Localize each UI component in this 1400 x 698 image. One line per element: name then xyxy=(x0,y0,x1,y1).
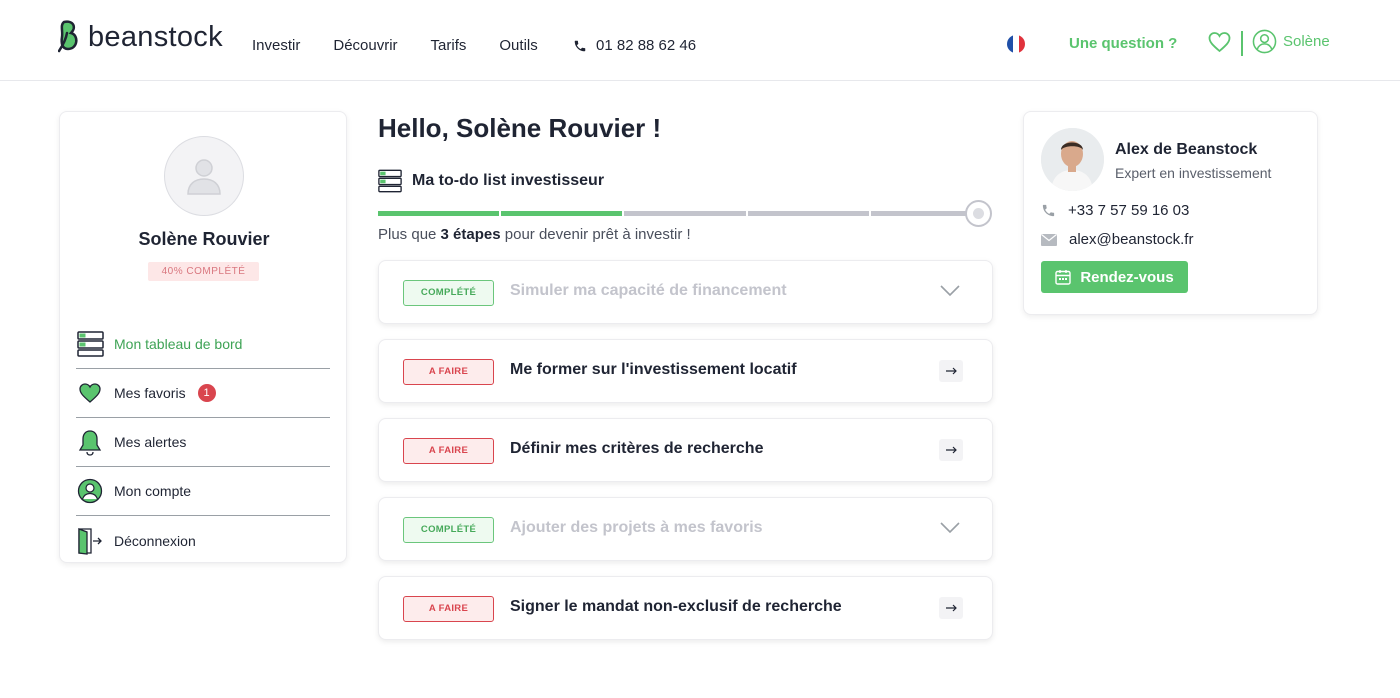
arrow-right-button[interactable] xyxy=(939,360,963,382)
progress-segment-todo xyxy=(624,211,746,216)
heart-icon xyxy=(76,379,104,407)
advisor-name: Alex de Beanstock xyxy=(1115,141,1258,158)
progress-segment-todo xyxy=(747,211,869,216)
progress-segment-done xyxy=(378,211,500,216)
menu-label-dashboard: Mon tableau de bord xyxy=(114,336,243,352)
profile-card: Solène Rouvier 40% COMPLÉTÉ Mon tableau … xyxy=(59,111,347,563)
main-nav: Investir Découvrir Tarifs Outils xyxy=(252,37,538,54)
arrow-right-icon xyxy=(945,446,957,454)
profile-name: Solène Rouvier xyxy=(138,229,270,249)
menu-item-compte[interactable]: Mon compte xyxy=(76,467,330,516)
todo-task-card[interactable]: COMPLÉTÉ Simuler ma capacité de financeme… xyxy=(378,260,993,324)
todo-list-icon xyxy=(378,169,402,193)
steps-count: 3 étapes xyxy=(440,226,501,243)
advisor-card: Alex de Beanstock Expert en investisseme… xyxy=(1023,111,1318,315)
task-label: Me former sur l'investissement locatif xyxy=(510,361,797,378)
advisor-phone[interactable]: +33 7 57 59 16 03 xyxy=(1041,202,1189,219)
question-link[interactable]: Une question ? xyxy=(1069,35,1177,52)
task-status-badge: A FAIRE xyxy=(403,359,494,385)
task-label: Ajouter des projets à mes favoris xyxy=(510,519,763,536)
advisor-email[interactable]: alex@beanstock.fr xyxy=(1041,231,1193,248)
todo-heading: Ma to-do list investisseur xyxy=(378,169,604,193)
arrow-right-button[interactable] xyxy=(939,439,963,461)
header-user-name: Solène xyxy=(1283,33,1330,50)
avatar[interactable] xyxy=(164,136,244,216)
menu-label-favoris: Mes favoris xyxy=(114,385,186,401)
menu-item-alertes[interactable]: Mes alertes xyxy=(76,418,330,467)
appointment-button[interactable]: Rendez-vous xyxy=(1041,261,1188,293)
menu-item-favoris[interactable]: Mes favoris 1 xyxy=(76,369,330,418)
menu-label-deconnexion: Déconnexion xyxy=(114,532,196,549)
arrow-right-icon xyxy=(945,367,957,375)
appointment-button-label: Rendez-vous xyxy=(1080,268,1174,286)
french-flag-icon[interactable] xyxy=(1007,35,1025,53)
header-separator xyxy=(1241,31,1243,56)
user-circle-icon xyxy=(76,477,104,505)
header-phone[interactable]: 01 82 88 62 46 xyxy=(573,37,696,54)
progress-knob xyxy=(965,200,992,227)
calendar-icon xyxy=(1055,270,1072,285)
menu-item-dashboard[interactable]: Mon tableau de bord xyxy=(76,320,330,369)
phone-icon xyxy=(574,40,586,51)
menu-label-compte: Mon compte xyxy=(114,483,192,499)
nav-tarifs[interactable]: Tarifs xyxy=(431,37,467,54)
todo-task-card[interactable]: A FAIRE Définir mes critères de recherche xyxy=(378,418,993,482)
steps-prefix: Plus que xyxy=(378,226,441,243)
todo-progress-bar xyxy=(378,200,992,227)
top-header: beanstock Investir Découvrir Tarifs Outi… xyxy=(0,0,1400,81)
beanstock-logo[interactable]: beanstock xyxy=(58,19,223,53)
profile-menu: Mon tableau de bord Mes favoris 1 Mes al… xyxy=(76,320,330,565)
nav-outils[interactable]: Outils xyxy=(499,37,537,54)
task-label: Définir mes critères de recherche xyxy=(510,440,764,457)
header-user-menu[interactable]: Solène xyxy=(1252,29,1330,54)
arrow-right-button[interactable] xyxy=(939,597,963,619)
advisor-email-address: alex@beanstock.fr xyxy=(1069,231,1194,248)
dashboard-list-icon xyxy=(76,330,104,358)
completion-badge: 40% COMPLÉTÉ xyxy=(148,262,259,281)
progress-segment-todo xyxy=(870,211,977,216)
task-status-badge: A FAIRE xyxy=(403,596,494,622)
chevron-down-icon[interactable] xyxy=(940,285,960,297)
steps-remaining: Plus que 3 étapes pour devenir prêt à in… xyxy=(378,226,691,243)
todo-task-card[interactable]: A FAIRE Signer le mandat non-exclusif de … xyxy=(378,576,993,640)
task-status-badge: COMPLÉTÉ xyxy=(403,517,494,543)
progress-segment-done xyxy=(501,211,623,216)
nav-decouvrir[interactable]: Découvrir xyxy=(333,37,397,54)
task-status-badge: COMPLÉTÉ xyxy=(403,280,494,306)
steps-suffix: pour devenir prêt à investir ! xyxy=(500,226,691,243)
todo-title-text: Ma to-do list investisseur xyxy=(412,172,605,189)
logo-text: beanstock xyxy=(88,21,223,53)
advisor-phone-number: +33 7 57 59 16 03 xyxy=(1068,202,1190,219)
task-label: Simuler ma capacité de financement xyxy=(510,282,787,299)
nav-investir[interactable]: Investir xyxy=(252,37,300,54)
phone-icon xyxy=(1042,204,1055,217)
mail-icon xyxy=(1041,233,1057,246)
user-placeholder-icon xyxy=(187,159,221,195)
menu-item-deconnexion[interactable]: Déconnexion xyxy=(76,516,330,565)
todo-task-card[interactable]: COMPLÉTÉ Ajouter des projets à mes favori… xyxy=(378,497,993,561)
arrow-right-icon xyxy=(945,604,957,612)
logout-door-icon xyxy=(76,527,104,555)
phone-number: 01 82 88 62 46 xyxy=(596,37,697,54)
page-title: Hello, Solène Rouvier ! xyxy=(378,113,662,143)
bean-logo-icon xyxy=(58,20,78,53)
advisor-role: Expert en investissement xyxy=(1115,165,1272,181)
menu-label-alertes: Mes alertes xyxy=(114,434,187,450)
advisor-photo xyxy=(1041,128,1104,191)
todo-task-card[interactable]: A FAIRE Me former sur l'investissement lo… xyxy=(378,339,993,403)
user-circle-icon xyxy=(1252,29,1277,54)
favorites-heart-icon[interactable] xyxy=(1207,31,1232,53)
bell-icon xyxy=(76,428,104,456)
favorites-count-badge: 1 xyxy=(197,384,216,402)
task-status-badge: A FAIRE xyxy=(403,438,494,464)
task-label: Signer le mandat non-exclusif de recherc… xyxy=(510,598,842,615)
chevron-down-icon[interactable] xyxy=(940,522,960,534)
